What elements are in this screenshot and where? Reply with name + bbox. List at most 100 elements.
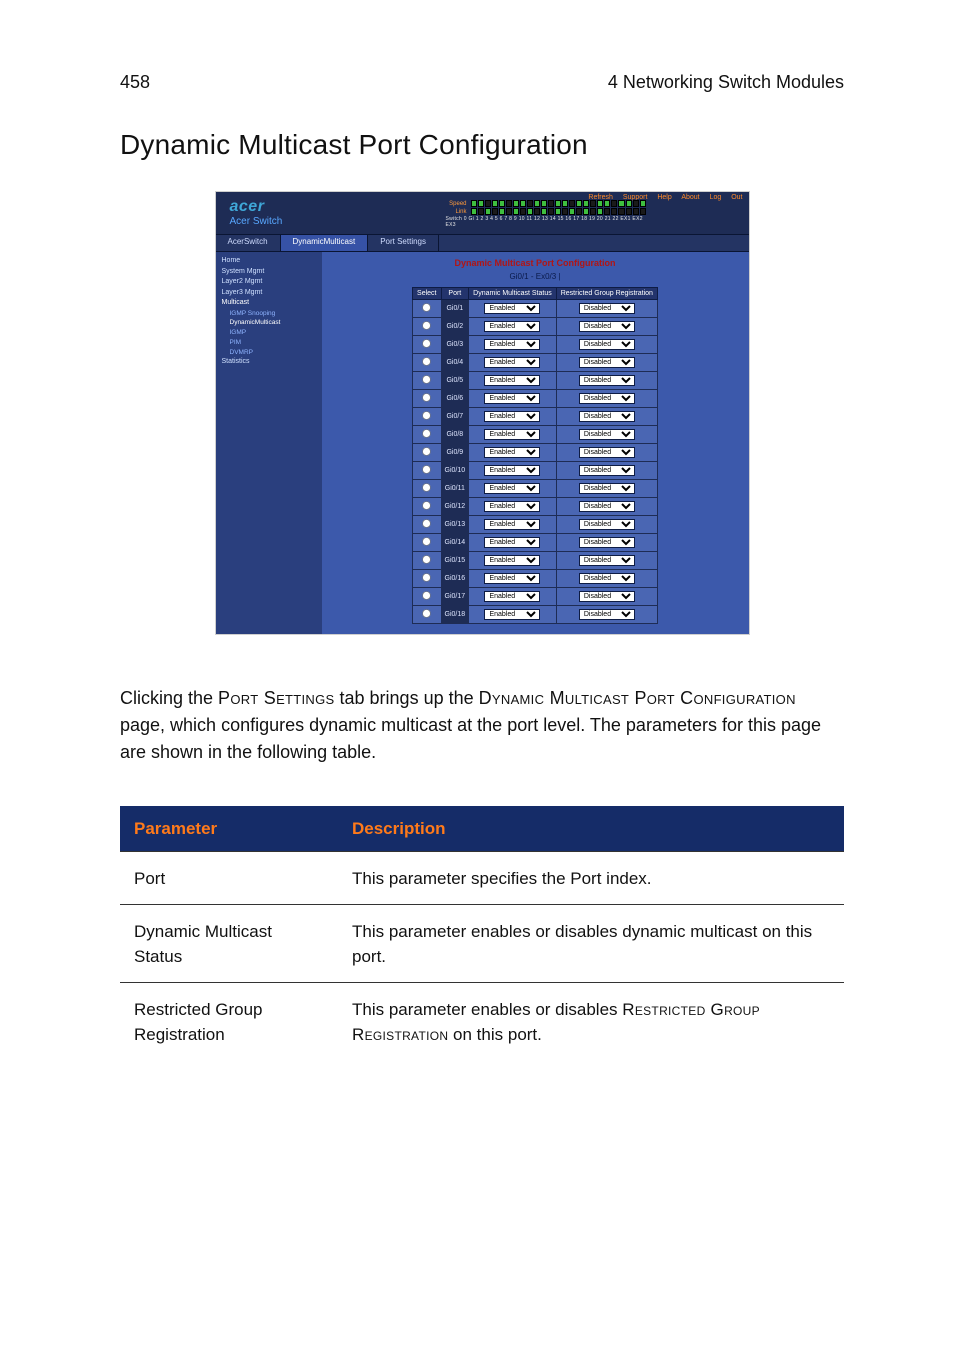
row-select[interactable] bbox=[423, 483, 431, 491]
sidebar-item[interactable]: Statistics bbox=[222, 357, 316, 368]
dynamic-multicast-status-select[interactable]: Enabled bbox=[484, 465, 540, 476]
row-port: Gi0/11 bbox=[441, 480, 469, 498]
sidebar-item[interactable]: DVMRP bbox=[222, 348, 316, 358]
restricted-group-registration-select[interactable]: Disabled bbox=[579, 609, 635, 620]
dynamic-multicast-status-select[interactable]: Enabled bbox=[484, 375, 540, 386]
restricted-group-registration-select[interactable]: Disabled bbox=[579, 339, 635, 350]
dynamic-multicast-status-select[interactable]: Enabled bbox=[484, 447, 540, 458]
row-select[interactable] bbox=[423, 447, 431, 455]
row-select[interactable] bbox=[423, 537, 431, 545]
sidebar-item[interactable]: Layer3 Mgmt bbox=[222, 288, 316, 299]
restricted-group-registration-select[interactable]: Disabled bbox=[579, 429, 635, 440]
row-select[interactable] bbox=[423, 321, 431, 329]
dynamic-multicast-status-select[interactable]: Enabled bbox=[484, 303, 540, 314]
led-icon bbox=[541, 200, 547, 207]
crumb-section[interactable]: DynamicMulticast bbox=[281, 235, 369, 251]
crumb-tab[interactable]: Port Settings bbox=[368, 235, 439, 251]
row-port: Gi0/14 bbox=[441, 534, 469, 552]
row-select[interactable] bbox=[423, 555, 431, 563]
dynamic-multicast-status-select[interactable]: Enabled bbox=[484, 339, 540, 350]
restricted-group-registration-select[interactable]: Disabled bbox=[579, 303, 635, 314]
brand-sub: Acer Switch bbox=[230, 216, 283, 227]
led-icon bbox=[569, 200, 575, 207]
sidebar-item[interactable]: IGMP bbox=[222, 328, 316, 338]
led-row-label: Speed bbox=[446, 201, 470, 207]
led-icon bbox=[555, 208, 561, 215]
row-port: Gi0/13 bbox=[441, 516, 469, 534]
dynamic-multicast-status-select[interactable]: Enabled bbox=[484, 393, 540, 404]
dynamic-multicast-status-select[interactable]: Enabled bbox=[484, 321, 540, 332]
restricted-group-registration-select[interactable]: Disabled bbox=[579, 591, 635, 602]
restricted-group-registration-select[interactable]: Disabled bbox=[579, 555, 635, 566]
dynamic-multicast-status-select[interactable]: Enabled bbox=[484, 483, 540, 494]
port-config-table: Select Port Dynamic Multicast Status Res… bbox=[412, 287, 658, 624]
crumb-root[interactable]: AcerSwitch bbox=[216, 235, 281, 251]
row-select[interactable] bbox=[423, 501, 431, 509]
row-select[interactable] bbox=[423, 591, 431, 599]
dynamic-multicast-status-select[interactable]: Enabled bbox=[484, 357, 540, 368]
led-row-label: Link bbox=[446, 209, 470, 215]
dynamic-multicast-status-select[interactable]: Enabled bbox=[484, 555, 540, 566]
row-select[interactable] bbox=[423, 429, 431, 437]
row-select[interactable] bbox=[423, 573, 431, 581]
restricted-group-registration-select[interactable]: Disabled bbox=[579, 573, 635, 584]
row-port: Gi0/2 bbox=[441, 318, 469, 336]
row-select[interactable] bbox=[423, 339, 431, 347]
restricted-group-registration-select[interactable]: Disabled bbox=[579, 465, 635, 476]
dynamic-multicast-status-select[interactable]: Enabled bbox=[484, 429, 540, 440]
row-select[interactable] bbox=[423, 357, 431, 365]
sidebar-item[interactable]: DynamicMulticast bbox=[222, 318, 316, 328]
col-select: Select bbox=[413, 288, 441, 300]
restricted-group-registration-select[interactable]: Disabled bbox=[579, 501, 635, 512]
row-select[interactable] bbox=[423, 303, 431, 311]
sidebar-item[interactable]: Multicast bbox=[222, 298, 316, 309]
dynamic-multicast-status-select[interactable]: Enabled bbox=[484, 537, 540, 548]
text: Clicking the bbox=[120, 688, 218, 708]
row-select-cell bbox=[413, 372, 441, 390]
nav-logout[interactable]: Log Out bbox=[710, 194, 743, 201]
restricted-group-registration-select[interactable]: Disabled bbox=[579, 357, 635, 368]
restricted-group-registration-select[interactable]: Disabled bbox=[579, 483, 635, 494]
sidebar-item[interactable]: System Mgmt bbox=[222, 267, 316, 278]
dynamic-multicast-status-select[interactable]: Enabled bbox=[484, 609, 540, 620]
row-select[interactable] bbox=[423, 375, 431, 383]
row-select[interactable] bbox=[423, 411, 431, 419]
nav-about[interactable]: About bbox=[681, 194, 699, 201]
sidebar-item[interactable]: IGMP Snooping bbox=[222, 309, 316, 319]
row-select[interactable] bbox=[423, 519, 431, 527]
row-select-cell bbox=[413, 462, 441, 480]
dynamic-multicast-status-select[interactable]: Enabled bbox=[484, 573, 540, 584]
sidebar-item[interactable]: PIM bbox=[222, 338, 316, 348]
led-icon bbox=[633, 200, 639, 207]
nav-help[interactable]: Help bbox=[657, 194, 671, 201]
row-select[interactable] bbox=[423, 609, 431, 617]
row-reg-cell: Disabled bbox=[556, 318, 657, 336]
sidebar-item[interactable]: Home bbox=[222, 256, 316, 267]
sidebar-item[interactable]: Layer2 Mgmt bbox=[222, 277, 316, 288]
restricted-group-registration-select[interactable]: Disabled bbox=[579, 411, 635, 422]
dynamic-multicast-status-select[interactable]: Enabled bbox=[484, 501, 540, 512]
led-icon bbox=[583, 208, 589, 215]
restricted-group-registration-select[interactable]: Disabled bbox=[579, 447, 635, 458]
led-icon bbox=[597, 208, 603, 215]
row-select[interactable] bbox=[423, 393, 431, 401]
restricted-group-registration-select[interactable]: Disabled bbox=[579, 393, 635, 404]
text: tab brings up the bbox=[335, 688, 479, 708]
led-icon bbox=[478, 208, 484, 215]
table-row: Gi0/10EnabledDisabled bbox=[413, 462, 658, 480]
table-row: Gi0/6EnabledDisabled bbox=[413, 390, 658, 408]
row-select-cell bbox=[413, 498, 441, 516]
led-icon bbox=[626, 200, 632, 207]
row-select[interactable] bbox=[423, 465, 431, 473]
restricted-group-registration-select[interactable]: Disabled bbox=[579, 519, 635, 530]
table-row: Gi0/14 Enabled Disabled bbox=[413, 534, 658, 552]
restricted-group-registration-select[interactable]: Disabled bbox=[579, 321, 635, 332]
led-icon bbox=[618, 208, 624, 215]
row-select-cell bbox=[413, 426, 441, 444]
dynamic-multicast-status-select[interactable]: Enabled bbox=[484, 591, 540, 602]
dynamic-multicast-status-select[interactable]: Enabled bbox=[484, 411, 540, 422]
restricted-group-registration-select[interactable]: Disabled bbox=[579, 537, 635, 548]
restricted-group-registration-select[interactable]: Disabled bbox=[579, 375, 635, 386]
dynamic-multicast-status-select[interactable]: Enabled bbox=[484, 519, 540, 530]
table-row: Gi0/5EnabledDisabled bbox=[413, 372, 658, 390]
